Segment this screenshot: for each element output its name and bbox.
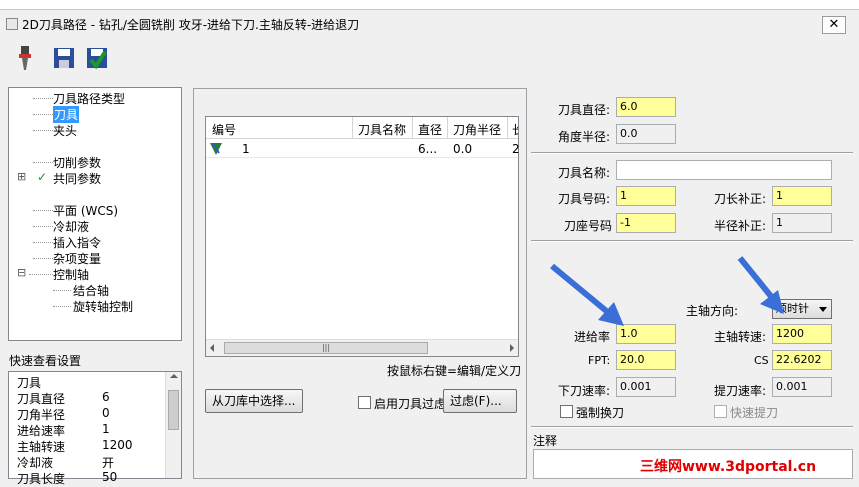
row-diameter: 6... (418, 142, 438, 156)
dia-offset-label: 半径补正: (714, 219, 767, 233)
save-icon[interactable] (52, 44, 76, 72)
col-header-corner-radius[interactable]: 刀角半径 (453, 121, 501, 138)
tree-item-coolant[interactable]: 冷却液 (53, 218, 89, 235)
filter-button[interactable]: 过虑(F)... (443, 389, 517, 413)
col-header-length[interactable]: 长 (512, 121, 518, 138)
parameter-tree: 刀具路径类型 刀具 夹头 切削参数 ⊞ ✓ 共同参数 平面 (WCS) 冷却液 … (8, 87, 182, 341)
feed-rate-label: 进给率 (574, 330, 611, 344)
rapid-retract-label: 快速提刀 (730, 406, 779, 420)
qv-key: 刀具长度 (17, 472, 66, 486)
rapid-retract-checkbox[interactable] (714, 405, 727, 418)
col-header-name[interactable]: 刀具名称 (358, 121, 406, 138)
row-number: 1 (242, 142, 250, 156)
tool-list[interactable]: 编号 刀具名称 直径 刀角半径 长 1 6... 0.0 2 ||| (205, 116, 520, 357)
spindle-speed-label: 主轴转速: (714, 330, 767, 344)
col-header-number[interactable]: 编号 (212, 121, 236, 138)
taskbar-strip (0, 0, 859, 10)
tool-name-field[interactable] (616, 160, 832, 180)
tree-item-canned-text[interactable]: 插入指令 (53, 234, 101, 251)
corner-radius-field[interactable]: 0.0 (616, 124, 676, 144)
endmill-icon (210, 143, 222, 155)
tree-item-cut-params[interactable]: 切削参数 (53, 154, 101, 171)
plunge-rate-field[interactable]: 0.001 (616, 377, 676, 397)
tree-item-holder[interactable]: 夹头 (53, 122, 77, 139)
tool-diameter-label: 刀具直径: (558, 103, 611, 117)
tool-number-field[interactable]: 1 (616, 186, 676, 206)
check-icon: ✓ (37, 170, 48, 184)
context-hint: 按鼠标右键=编辑/定义刀 (387, 364, 522, 378)
tool-diameter-field[interactable]: 6.0 (616, 97, 676, 117)
css-label: CS (754, 354, 769, 367)
qv-value: 开 (102, 456, 115, 470)
table-row[interactable]: 1 6... 0.0 2 (206, 140, 520, 158)
css-field[interactable]: 22.6202 (772, 350, 832, 370)
qv-key: 刀角半径 (17, 408, 66, 422)
comment-label: 注释 (533, 434, 558, 448)
tool-name-label: 刀具名称: (558, 166, 611, 180)
qv-key: 刀具直径 (17, 392, 66, 406)
toolbar (0, 38, 859, 84)
fpt-field[interactable]: 20.0 (616, 350, 676, 370)
length-offset-field[interactable]: 1 (772, 186, 832, 206)
spindle-direction-label: 主轴方向: (686, 304, 739, 318)
tree-item-axis-combination[interactable]: 结合轴 (73, 282, 109, 299)
force-tool-change-label: 强制换刀 (576, 406, 625, 420)
force-tool-change-checkbox[interactable] (560, 405, 573, 418)
window-title: 2D刀具路径 - 钻孔/全圆铣削 攻牙-进给下刀.主轴反转-进给退刀 (22, 18, 360, 32)
select-from-library-button[interactable]: 从刀库中选择... (205, 389, 303, 413)
enable-filter-checkbox[interactable] (358, 396, 371, 409)
expand-icon[interactable]: ⊞ (17, 170, 26, 183)
corner-radius-label: 角度半径: (558, 130, 611, 144)
tool-number-label: 刀具号码: (558, 192, 611, 206)
qv-value: 50 (102, 470, 118, 484)
spindle-direction-select[interactable]: 顺时针 (772, 299, 832, 319)
quickview-panel: 刀具 刀具直径 6 刀角半径 0 进给速率 1 主轴转速 1200 冷却液 开 刀具长度 5… (8, 371, 182, 486)
enable-filter-label: 启用刀具过虑 (374, 397, 447, 411)
horizontal-scrollbar[interactable]: ||| (206, 339, 518, 356)
collapse-icon[interactable]: ⊟ (17, 266, 26, 279)
tool-holder-icon[interactable] (13, 44, 37, 72)
close-button[interactable]: ✕ (822, 16, 846, 34)
plunge-rate-label: 下刀速率: (558, 384, 611, 398)
chevron-down-icon (819, 307, 827, 312)
tree-item-rotary-axis[interactable]: 旋转轴控制 (73, 298, 133, 315)
qv-key: 进给速率 (17, 424, 66, 438)
length-offset-label: 刀长补正: (714, 192, 767, 206)
tree-item-toolpath-type[interactable]: 刀具路径类型 (53, 90, 125, 107)
quickview-scrollbar[interactable] (165, 372, 181, 478)
fpt-label: FPT: (588, 354, 611, 367)
tree-item-plane[interactable]: 平面 (WCS) (53, 202, 118, 219)
spindle-speed-field[interactable]: 1200 (772, 324, 832, 344)
tree-item-axis-control[interactable]: 控制轴 (53, 266, 89, 283)
head-number-field[interactable]: -1 (616, 213, 676, 233)
retract-rate-label: 提刀速率: (714, 384, 767, 398)
retract-rate-field[interactable]: 0.001 (772, 377, 832, 397)
feed-rate-field[interactable]: 1.0 (616, 324, 676, 344)
col-header-diameter[interactable]: 直径 (418, 121, 442, 138)
tree-item-misc-values[interactable]: 杂项变量 (53, 250, 101, 267)
window-icon (6, 18, 18, 30)
row-corner-radius: 0.0 (453, 142, 473, 156)
qv-key: 冷却液 (17, 456, 54, 470)
qv-value: 1 (102, 422, 110, 436)
quickview-title: 快速查看设置 (9, 354, 82, 368)
dia-offset-field[interactable]: 1 (772, 213, 832, 233)
row-length: 2 (512, 142, 520, 156)
qv-value: 6 (102, 390, 110, 404)
apply-icon[interactable] (85, 44, 109, 72)
head-number-label: 刀座号码 (564, 219, 613, 233)
qv-key: 主轴转速 (17, 440, 66, 454)
qv-key: 刀具 (17, 376, 42, 390)
qv-value: 1200 (102, 438, 133, 452)
watermark: 三维网www.3dportal.cn (640, 459, 817, 475)
tree-item-tool[interactable]: 刀具 (53, 106, 80, 123)
qv-value: 0 (102, 406, 110, 420)
arrow-icon (550, 263, 624, 326)
tree-item-linking[interactable]: 共同参数 (53, 170, 101, 187)
